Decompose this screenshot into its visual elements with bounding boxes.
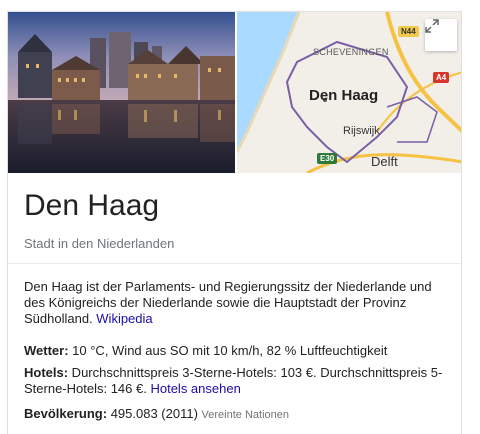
skyline-photo-art (8, 12, 235, 173)
population-label: Bevölkerung: (24, 406, 108, 421)
page-subtitle: Stadt in den Niederlanden (24, 236, 175, 251)
knowledge-panel: SCHEVENINGEN Den Haag Rijswijk Delft N44… (7, 11, 462, 434)
wikipedia-link[interactable]: Wikipedia (96, 311, 152, 326)
weather-fact: Wetter: 10 °C, Wind aus SO mit 10 km/h, … (24, 343, 452, 359)
road-shield-a4: A4 (433, 72, 450, 83)
expand-icon (425, 19, 439, 33)
city-map[interactable]: SCHEVENINGEN Den Haag Rijswijk Delft N44… (237, 12, 461, 173)
map-label-city: Den Haag (309, 87, 379, 104)
hotels-link[interactable]: Hotels ansehen (150, 381, 240, 396)
map-label-delft: Delft (371, 154, 398, 169)
population-value: 495.083 (2011) (107, 406, 202, 421)
page-title: Den Haag (24, 189, 160, 222)
map-label-rijswijk: Rijswijk (343, 125, 380, 137)
road-shield-e30: E30 (317, 153, 338, 164)
hotels-label: Hotels: (24, 365, 69, 380)
population-source: Vereinte Nationen (201, 409, 289, 421)
weather-label: Wetter: (24, 343, 69, 358)
description: Den Haag ist der Parlaments- und Regieru… (24, 279, 452, 327)
hotels-fact: Hotels: Durchschnittspreis 3-Sterne-Hote… (24, 365, 452, 397)
expand-map-button[interactable] (425, 19, 457, 51)
population-fact: Bevölkerung: 495.083 (2011) Vereinte Nat… (24, 406, 452, 423)
weather-value: 10 °C, Wind aus SO mit 10 km/h, 82 % Luf… (68, 343, 388, 358)
image-strip: SCHEVENINGEN Den Haag Rijswijk Delft N44… (8, 12, 461, 173)
description-text: Den Haag ist der Parlaments- und Regieru… (24, 279, 432, 326)
road-shield-n44: N44 (398, 26, 419, 37)
map-label-scheveningen: SCHEVENINGEN (313, 47, 389, 57)
title-section: Den Haag Stadt in den Niederlanden (8, 173, 461, 264)
city-photo[interactable] (8, 12, 235, 173)
